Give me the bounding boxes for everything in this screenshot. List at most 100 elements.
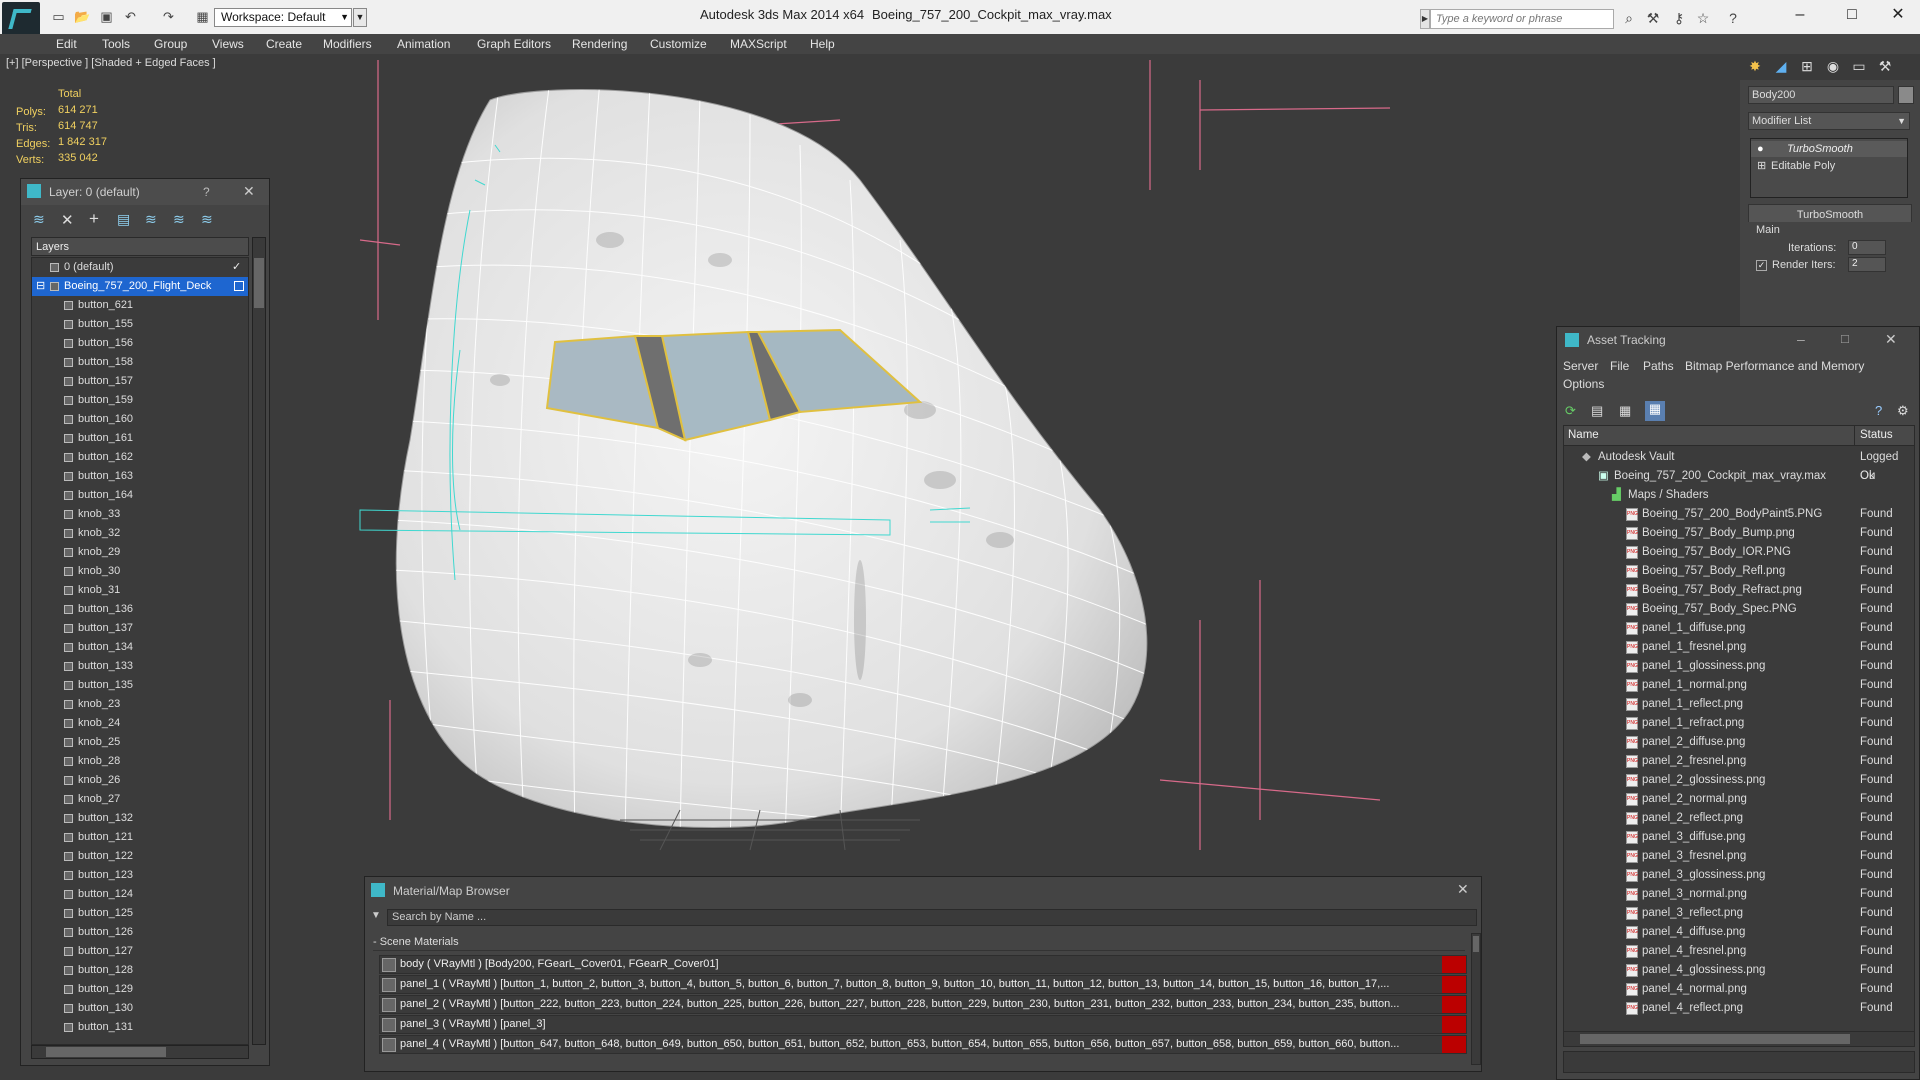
layer-object-row[interactable]: button_130 <box>32 999 248 1018</box>
light-bulb-icon[interactable]: ● <box>1757 141 1764 157</box>
asset-row[interactable]: ▟ Maps / Shaders <box>1564 486 1914 505</box>
asset-row[interactable]: PNG panel_1_reflect.png Found <box>1564 695 1914 714</box>
delete-layer-icon[interactable]: ✕ <box>61 211 74 229</box>
project-folder-icon[interactable]: ▦ <box>194 9 211 24</box>
asset-row[interactable]: PNG panel_1_fresnel.png Found <box>1564 638 1914 657</box>
stack-item-editable-poly[interactable]: ⊞ Editable Poly <box>1751 158 1907 174</box>
hide-all-layers-icon[interactable]: ≋ <box>173 211 185 228</box>
layer-object-row[interactable]: knob_25 <box>32 733 248 752</box>
layer-object-row[interactable]: button_133 <box>32 657 248 676</box>
layer-object-row[interactable]: knob_32 <box>32 524 248 543</box>
collapse-minus-icon[interactable]: ⊟ <box>36 277 45 296</box>
menu-rendering[interactable]: Rendering <box>572 37 627 51</box>
viewport-label[interactable]: [+] [Perspective ] [Shaded + Edged Faces… <box>6 57 216 69</box>
layer-object-row[interactable]: button_156 <box>32 334 248 353</box>
menu-help[interactable]: Help <box>810 37 835 51</box>
subscription-icon[interactable]: ⚒ <box>1644 10 1662 26</box>
browser-options-chevron-icon[interactable]: ▼ <box>371 910 381 921</box>
asset-title-bar[interactable]: Asset Tracking – □ ✕ <box>1557 327 1919 353</box>
material-browser-title-bar[interactable]: Material/Map Browser ✕ <box>365 877 1481 903</box>
utilities-tab-icon[interactable]: ⚒ <box>1874 58 1896 76</box>
menu-edit[interactable]: Edit <box>56 37 77 51</box>
layer-object-row[interactable]: knob_33 <box>32 505 248 524</box>
new-file-icon[interactable]: ▭ <box>50 9 67 24</box>
layer-object-row[interactable]: button_129 <box>32 980 248 999</box>
layer-object-row[interactable]: button_124 <box>32 885 248 904</box>
render-iters-checkbox[interactable]: ✓ <box>1756 260 1767 271</box>
asset-row[interactable]: PNG Boeing_757_200_BodyPaint5.PNG Found <box>1564 505 1914 524</box>
create-tab-icon[interactable]: ✸ <box>1744 58 1766 76</box>
asset-row[interactable]: PNG panel_3_glossiness.png Found <box>1564 866 1914 885</box>
material-vertical-scrollbar[interactable] <box>1471 933 1481 1065</box>
asset-menu-server[interactable]: Server <box>1563 359 1598 373</box>
column-divider[interactable] <box>1854 426 1855 446</box>
asset-row[interactable]: PNG panel_4_reflect.png Found <box>1564 999 1914 1018</box>
layer-object-row[interactable]: button_131 <box>32 1018 248 1037</box>
binoculars-icon[interactable]: ⌕ <box>1620 10 1638 26</box>
menu-views[interactable]: Views <box>212 37 244 51</box>
maximize-button[interactable]: □ <box>1841 331 1849 346</box>
app-menu-button[interactable] <box>2 2 40 38</box>
material-search-input[interactable]: Search by Name ... <box>387 909 1477 926</box>
undo-icon[interactable]: ↶ <box>122 9 139 24</box>
display-tab-icon[interactable]: ▭ <box>1848 58 1870 76</box>
list-view-icon[interactable]: ▤ <box>1591 403 1603 419</box>
layer-vertical-scrollbar[interactable] <box>252 237 266 1045</box>
layer-row[interactable]: Boeing_757_200_Flight_Deck ⊟ <box>32 277 248 296</box>
add-to-layer-icon[interactable]: + <box>89 209 99 229</box>
scroll-thumb[interactable] <box>1473 936 1479 952</box>
asset-menu-file[interactable]: File <box>1610 359 1629 373</box>
minimize-button[interactable]: – <box>1780 4 1820 26</box>
layer-object-row[interactable]: button_134 <box>32 638 248 657</box>
grid-view-icon[interactable]: ▦ <box>1645 401 1665 421</box>
layer-object-row[interactable]: button_122 <box>32 847 248 866</box>
open-file-icon[interactable]: 📂 <box>74 9 91 24</box>
favorites-star-icon[interactable]: ☆ <box>1694 10 1712 26</box>
motion-tab-icon[interactable]: ◉ <box>1822 58 1844 76</box>
close-icon[interactable]: ✕ <box>1457 881 1469 898</box>
workspace-dropdown[interactable]: Workspace: Default ▼ <box>214 8 352 27</box>
settings-icon[interactable]: ⚙ <box>1897 403 1909 419</box>
layer-help-button[interactable]: ? <box>203 185 210 199</box>
asset-row[interactable]: PNG panel_3_reflect.png Found <box>1564 904 1914 923</box>
cockpit-nose-model[interactable] <box>300 60 1400 880</box>
layer-object-row[interactable]: button_164 <box>32 486 248 505</box>
hierarchy-tab-icon[interactable]: ⊞ <box>1796 58 1818 76</box>
menu-modifiers[interactable]: Modifiers <box>323 37 372 51</box>
material-row[interactable]: body ( VRayMtl ) [Body200, FGearL_Cover0… <box>379 955 1467 974</box>
menu-customize[interactable]: Customize <box>650 37 707 51</box>
create-layer-icon[interactable]: ≋ <box>33 211 45 228</box>
asset-row[interactable]: PNG Boeing_757_Body_Refract.png Found <box>1564 581 1914 600</box>
asset-row[interactable]: PNG panel_4_glossiness.png Found <box>1564 961 1914 980</box>
scene-materials-group[interactable]: - Scene Materials <box>373 933 1465 951</box>
asset-row[interactable]: PNG panel_3_fresnel.png Found <box>1564 847 1914 866</box>
help-icon[interactable]: ? <box>1875 403 1882 418</box>
layer-panel-header[interactable]: Layer: 0 (default) ? ✕ <box>21 179 269 205</box>
layer-object-row[interactable]: knob_23 <box>32 695 248 714</box>
object-name-field[interactable]: Body200 <box>1748 86 1894 104</box>
expand-plus-icon[interactable]: ⊞ <box>1757 158 1766 174</box>
asset-row[interactable]: PNG panel_3_normal.png Found <box>1564 885 1914 904</box>
layer-object-row[interactable]: button_158 <box>32 353 248 372</box>
quick-access-dropdown[interactable]: ▼ <box>353 8 367 27</box>
menu-create[interactable]: Create <box>266 37 302 51</box>
key-icon[interactable]: ⚷ <box>1670 10 1688 26</box>
asset-row[interactable]: PNG panel_2_normal.png Found <box>1564 790 1914 809</box>
material-row[interactable]: panel_4 ( VRayMtl ) [button_647, button_… <box>379 1035 1467 1054</box>
highlight-layer-icon[interactable]: ≋ <box>145 211 157 228</box>
asset-row[interactable]: PNG panel_1_refract.png Found <box>1564 714 1914 733</box>
layer-object-row[interactable]: button_621 <box>32 296 248 315</box>
stack-item-turbosmooth[interactable]: ● TurboSmooth <box>1751 141 1907 157</box>
select-in-layer-icon[interactable]: ▤ <box>117 211 130 228</box>
asset-row[interactable]: PNG panel_3_diffuse.png Found <box>1564 828 1914 847</box>
asset-row[interactable]: PNG panel_2_diffuse.png Found <box>1564 733 1914 752</box>
close-button[interactable]: ✕ <box>1878 4 1918 26</box>
menu-maxscript[interactable]: MAXScript <box>730 37 787 51</box>
asset-horizontal-scrollbar[interactable] <box>1563 1031 1915 1047</box>
active-layer-check-icon[interactable]: ✓ <box>232 258 241 277</box>
close-icon[interactable]: ✕ <box>1885 331 1897 348</box>
layer-object-row[interactable]: knob_28 <box>32 752 248 771</box>
layer-object-row[interactable]: knob_24 <box>32 714 248 733</box>
save-file-icon[interactable]: ▣ <box>98 9 115 24</box>
layer-object-row[interactable]: button_121 <box>32 828 248 847</box>
